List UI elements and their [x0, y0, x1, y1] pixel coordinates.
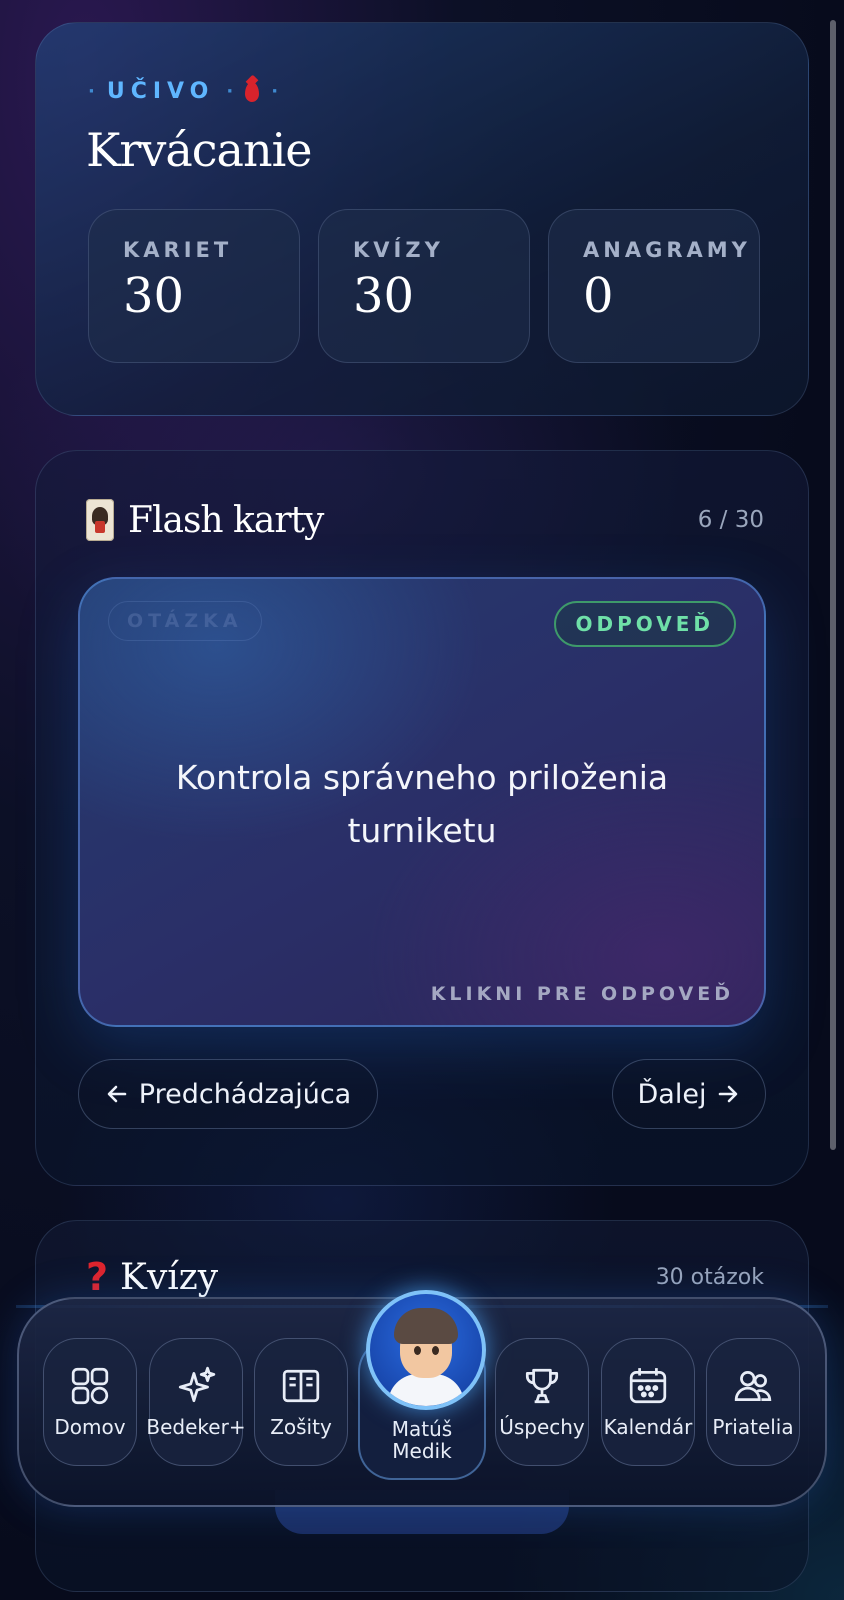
page-title: Krvácanie — [86, 123, 313, 177]
dock-item-achievements[interactable]: Úspechy — [495, 1338, 589, 1466]
friends-icon — [734, 1370, 772, 1402]
scrollbar[interactable] — [830, 20, 836, 1150]
arrow-left-icon — [107, 1085, 127, 1103]
calendar-icon — [629, 1368, 667, 1404]
next-label: Ďalej — [637, 1078, 707, 1110]
stat-label: KARIET — [123, 238, 233, 262]
dock-item-notebooks[interactable]: Zošity — [254, 1338, 348, 1466]
flashcard-text: Kontrola správneho priloženia turniketu — [175, 758, 669, 850]
question-chip: OTÁZKA — [108, 601, 262, 641]
previous-button[interactable]: Predchádzajúca — [78, 1059, 378, 1129]
stat-value: 0 — [583, 268, 614, 324]
dock-label: Úspechy — [499, 1415, 585, 1439]
home-grid-icon — [71, 1367, 109, 1405]
stat-cards: KARIET 30 — [88, 209, 300, 363]
dock-item-calendar[interactable]: Kalendár — [601, 1338, 695, 1466]
answer-chip: ODPOVEĎ — [553, 601, 736, 647]
flashcards-title: Flash karty — [86, 499, 324, 541]
profile-name: Matúš Medik — [360, 1418, 484, 1462]
dock-label: Priatelia — [712, 1415, 794, 1439]
avatar[interactable] — [366, 1290, 486, 1410]
dock-item-friends[interactable]: Priatelia — [706, 1338, 800, 1466]
stat-label: KVÍZY — [353, 238, 444, 262]
quizzes-title-text: Kvízy — [120, 1256, 219, 1298]
stat-anagrams: ANAGRAMY 0 — [548, 209, 760, 363]
flashcards-title-text: Flash karty — [128, 499, 324, 541]
dock-label: Zošity — [270, 1415, 332, 1439]
dock-label: Domov — [54, 1415, 126, 1439]
profile-second-line: Medik — [392, 1439, 452, 1463]
topic-eyebrow: · UČIVO · · — [88, 79, 279, 104]
dock-item-home[interactable]: Domov — [43, 1338, 137, 1466]
trophy-icon — [525, 1368, 559, 1404]
blood-drop-icon — [245, 81, 260, 102]
dock-label: Bedeker+ — [146, 1415, 246, 1439]
question-mark-icon: ? — [86, 1255, 109, 1299]
previous-label: Predchádzajúca — [138, 1078, 352, 1110]
arrow-right-icon — [719, 1085, 738, 1103]
flashcards-header: Flash karty 6 / 30 — [86, 499, 764, 541]
card-counter: 6 / 30 — [697, 507, 764, 533]
quiz-count: 30 otázok — [655, 1264, 764, 1290]
sparkle-icon — [178, 1366, 216, 1403]
quizzes-title: ? Kvízy — [86, 1255, 218, 1299]
dock-label: Kalendár — [603, 1415, 693, 1439]
stat-value: 30 — [123, 268, 185, 324]
flashcards-panel: Flash karty 6 / 30 OTÁZKA ODPOVEĎ Kontro… — [35, 450, 809, 1186]
profile-first-name: Matúš — [391, 1417, 453, 1441]
playing-card-icon — [86, 499, 114, 541]
eyebrow-label: UČIVO — [106, 79, 215, 104]
stat-quizzes: KVÍZY 30 — [318, 209, 530, 363]
stats-row: KARIET 30 KVÍZY 30 ANAGRAMY 0 — [88, 209, 760, 363]
next-button[interactable]: Ďalej — [612, 1059, 766, 1129]
stat-value: 30 — [353, 268, 415, 324]
stat-label: ANAGRAMY — [583, 238, 751, 262]
flashcard[interactable]: OTÁZKA ODPOVEĎ Kontrola správneho prilož… — [78, 577, 766, 1027]
flip-hint: KLIKNI PRE ODPOVEĎ — [430, 983, 734, 1005]
book-icon — [282, 1369, 320, 1403]
dock-item-bedeker[interactable]: Bedeker+ — [146, 1338, 246, 1466]
topic-summary-panel: · UČIVO · · Krvácanie KARIET 30 KVÍZY 30… — [35, 22, 809, 416]
